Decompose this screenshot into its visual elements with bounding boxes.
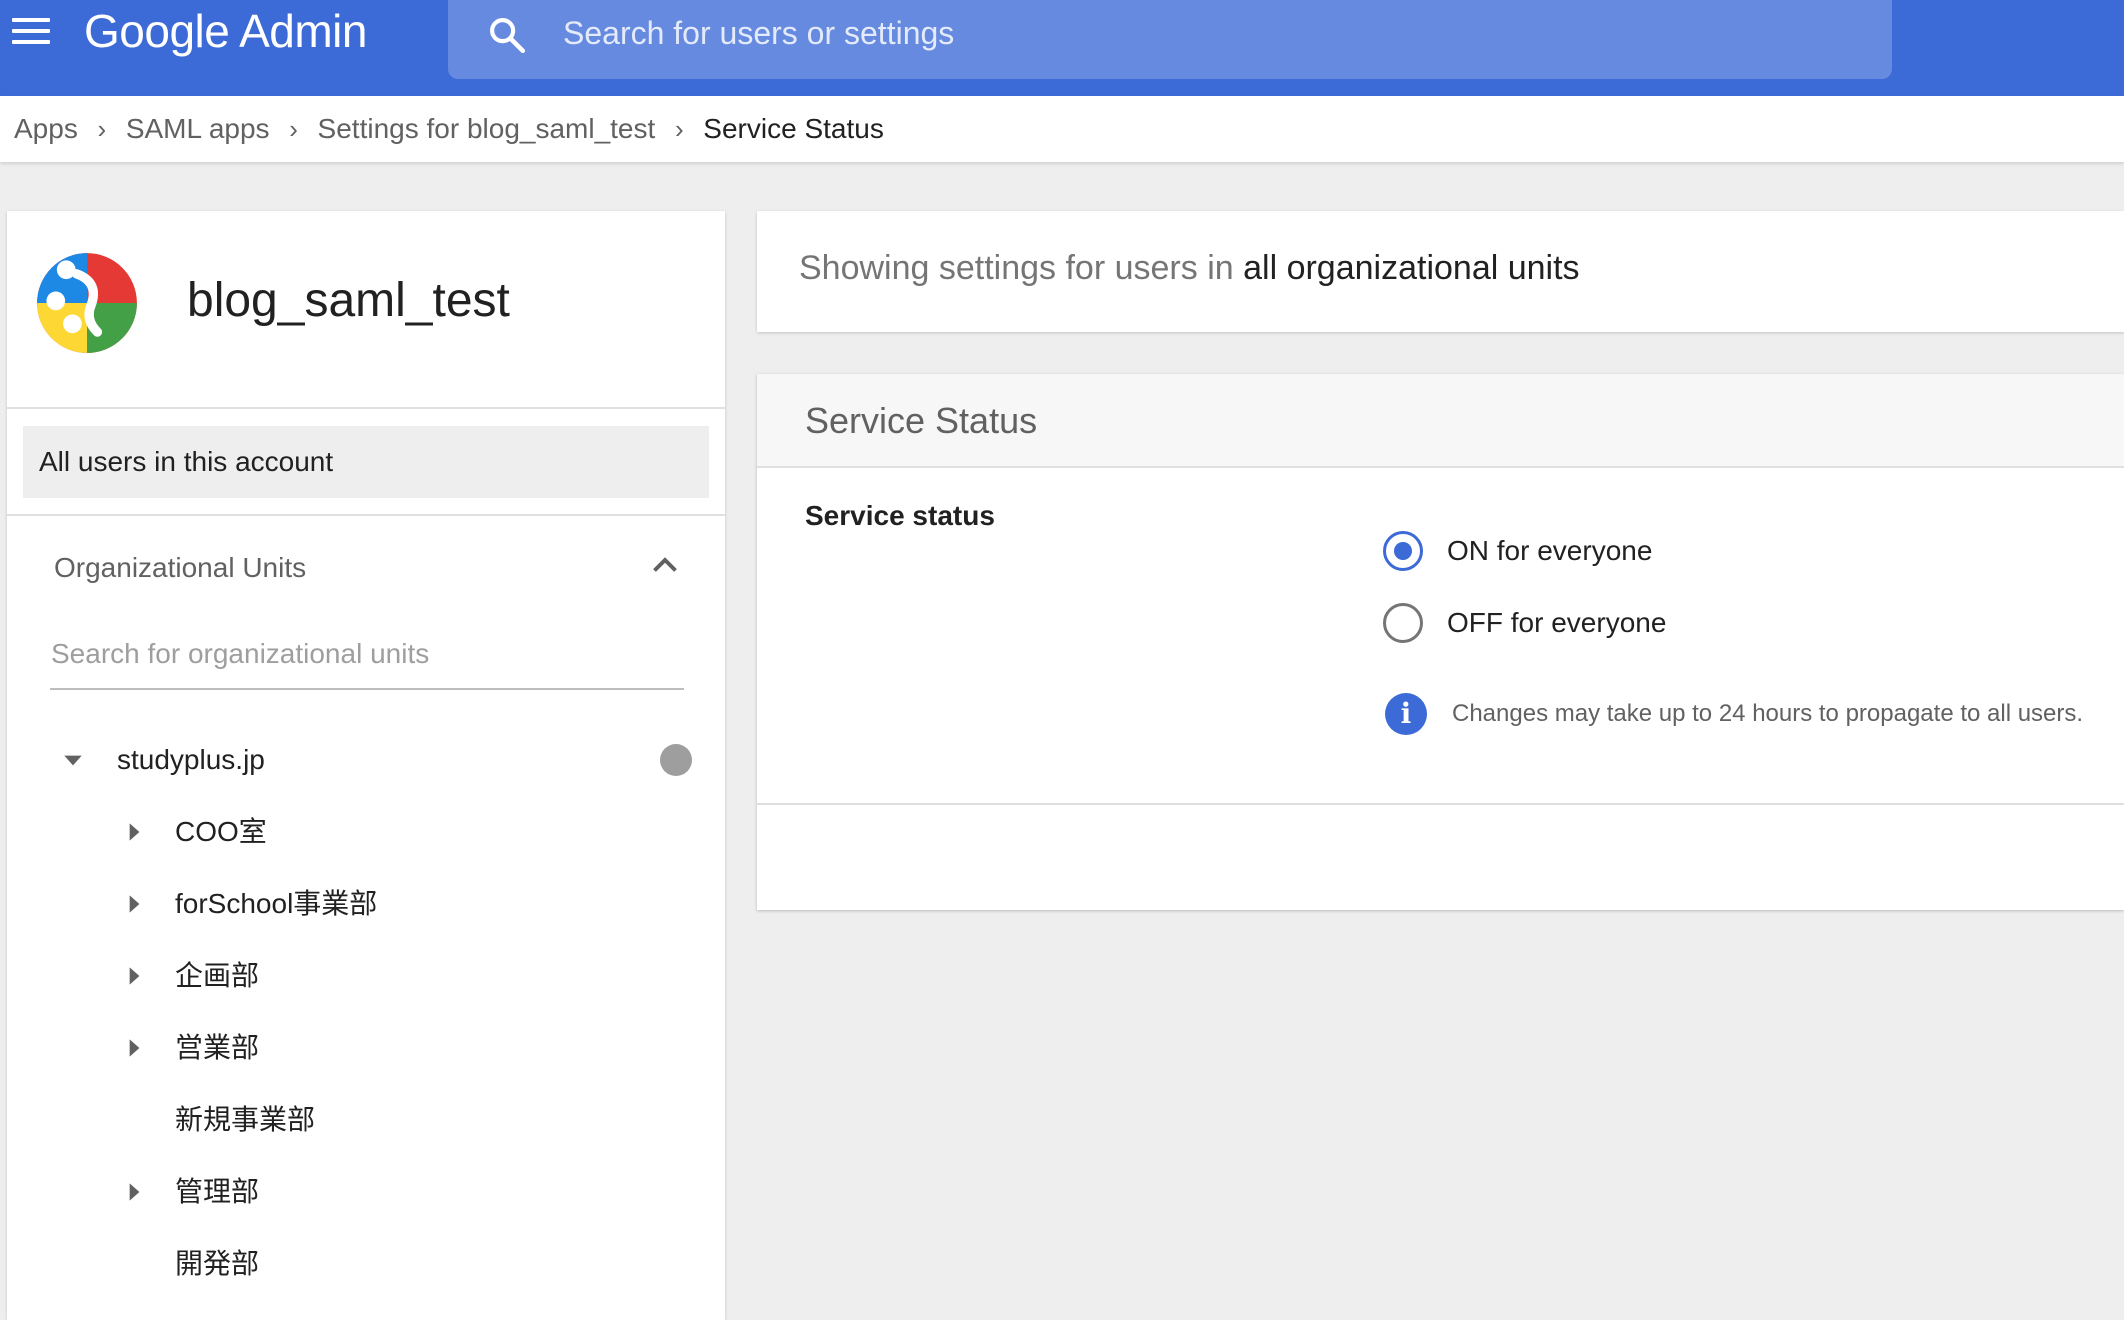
global-search-input[interactable]: Search for users or settings	[448, 0, 1892, 79]
tree-item-label: studyplus.jp	[117, 744, 265, 775]
breadcrumb-apps[interactable]: Apps	[14, 113, 78, 145]
scope-text: Showing settings for users in all organi…	[799, 249, 1580, 288]
tree-item-child[interactable]: 管理部	[117, 1167, 707, 1217]
caret-right-icon[interactable]	[121, 963, 147, 989]
search-icon	[490, 18, 526, 54]
google-admin-logo[interactable]: Google Admin	[84, 4, 367, 58]
app-header: blog_saml_test	[7, 211, 725, 409]
tree-item-child[interactable]: COO室	[117, 807, 707, 857]
breadcrumb-app-settings[interactable]: Settings for blog_saml_test	[318, 113, 656, 145]
caret-down-icon[interactable]	[60, 747, 86, 773]
tree-item-label: COO室	[175, 816, 267, 847]
status-dot-icon	[660, 744, 692, 776]
saml-app-logo-icon	[37, 253, 137, 353]
hamburger-menu-icon[interactable]	[12, 18, 50, 48]
breadcrumb-current: Service Status	[703, 113, 884, 144]
ou-title: Organizational Units	[54, 552, 307, 583]
breadcrumb: Apps › SAML apps › Settings for blog_sam…	[0, 96, 2124, 162]
info-text: Changes may take up to 24 hours to propa…	[1452, 700, 2084, 727]
search-placeholder: Search for users or settings	[563, 15, 955, 51]
caret-right-icon[interactable]	[121, 1179, 147, 1205]
chevron-up-icon[interactable]	[647, 548, 683, 584]
chevron-right-icon: ›	[97, 113, 107, 144]
tree-item-label: 企画部	[175, 960, 260, 991]
radio-off-label[interactable]: OFF for everyone	[1447, 603, 1666, 643]
tree-item-child[interactable]: 開発部	[117, 1239, 707, 1289]
tree-item-root[interactable]: studyplus.jp	[47, 735, 707, 785]
radio-off-everyone[interactable]	[1383, 603, 1423, 643]
scope-prefix: Showing settings for users in	[799, 249, 1244, 287]
tree-item-label: forSchool事業部	[175, 888, 378, 919]
all-users-section: All users in this account	[7, 409, 725, 516]
service-status-card: Service Status Service status ON for eve…	[757, 374, 2124, 910]
tree-item-child[interactable]: 企画部	[117, 951, 707, 1001]
logo-admin-text: Admin	[239, 5, 367, 57]
ou-search-placeholder: Search for organizational units	[51, 638, 430, 669]
org-unit-panel: blog_saml_test All users in this account…	[7, 211, 725, 1320]
card-header: Service Status	[757, 374, 2124, 468]
info-icon: i	[1385, 693, 1427, 735]
tree-item-label: 管理部	[175, 1176, 260, 1207]
radio-on-label[interactable]: ON for everyone	[1447, 531, 1652, 571]
ou-section-header: Organizational Units	[7, 516, 725, 626]
tree-item-label: 営業部	[175, 1032, 260, 1063]
tree-item-label: 開発部	[175, 1248, 260, 1279]
scope-value: all organizational units	[1243, 249, 1580, 287]
setting-label: Service status	[805, 500, 995, 531]
caret-right-icon[interactable]	[121, 1035, 147, 1061]
card-divider	[757, 803, 2124, 805]
tree-item-label: 新規事業部	[175, 1104, 316, 1135]
top-app-bar: Google Admin Search for users or setting…	[0, 0, 2124, 96]
tree-item-child[interactable]: 営業部	[117, 1023, 707, 1073]
chevron-right-icon: ›	[289, 113, 298, 144]
chevron-right-icon: ›	[674, 113, 684, 144]
caret-right-icon[interactable]	[121, 891, 147, 917]
all-users-item[interactable]: All users in this account	[23, 426, 709, 498]
settings-scope-banner: Showing settings for users in all organi…	[757, 211, 2124, 332]
caret-right-icon[interactable]	[121, 819, 147, 845]
logo-google-text: Google	[84, 5, 230, 57]
card-title: Service Status	[805, 400, 1038, 441]
ou-search-input[interactable]: Search for organizational units	[50, 632, 684, 690]
tree-item-child[interactable]: forSchool事業部	[117, 879, 707, 929]
app-name: blog_saml_test	[187, 274, 510, 327]
breadcrumb-saml-apps[interactable]: SAML apps	[126, 113, 270, 145]
tree-item-child[interactable]: 新規事業部	[117, 1095, 707, 1145]
radio-on-everyone[interactable]	[1383, 531, 1423, 571]
